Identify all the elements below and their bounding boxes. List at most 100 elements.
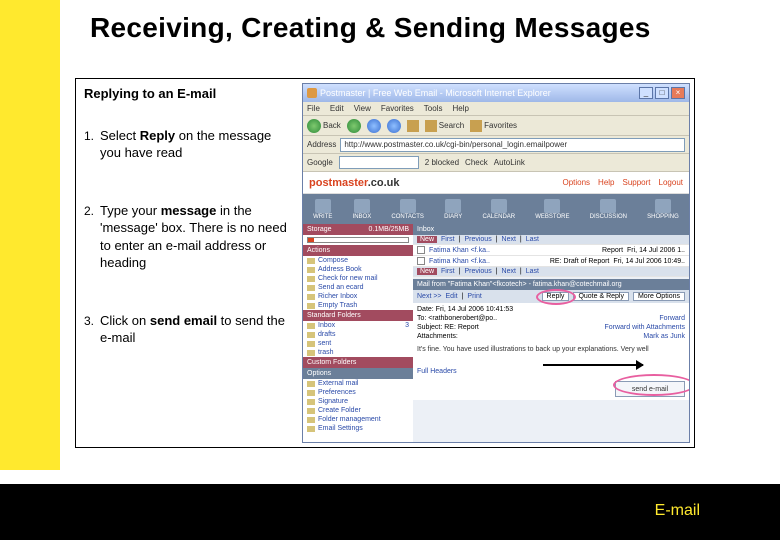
step-text: Select Reply on the message you have rea… [100,127,294,162]
folder-sent[interactable]: sent [303,339,413,348]
icon-inbox[interactable]: INBOX [353,199,372,220]
full-headers-link[interactable]: Full Headers [417,368,457,375]
close-button[interactable]: × [671,87,685,99]
mail-icon [307,276,315,282]
action-checkmail[interactable]: Check for new mail [303,274,413,283]
more-options-button[interactable]: More Options [633,292,685,301]
nav-first[interactable]: First [441,236,455,243]
address-bar: Address http://www.postmaster.co.uk/cgi-… [303,136,689,154]
address-label: Address [307,140,336,149]
menu-file[interactable]: File [307,104,320,113]
store-icon [544,199,560,213]
google-toolbar: Google 2 blocked Check AutoLink [303,154,689,172]
opt-create-folder[interactable]: Create Folder [303,406,413,415]
nav-help[interactable]: Help [598,178,614,187]
home-icon [407,120,419,132]
actions-header: Actions [303,245,413,256]
opt-prefs[interactable]: Preferences [303,388,413,397]
nav-new[interactable]: New [417,268,437,275]
gear-icon [307,381,315,387]
quote-reply-button[interactable]: Quote & Reply [573,292,629,301]
nav-last[interactable]: Last [526,268,539,275]
nav-logout[interactable]: Logout [659,178,683,187]
nav-options[interactable]: Options [562,178,590,187]
nav-prev[interactable]: Previous [464,236,491,243]
favorites-button[interactable]: Favorites [470,120,517,132]
opt-external[interactable]: External mail [303,379,413,388]
menu-edit[interactable]: Edit [330,104,344,113]
menu-tools[interactable]: Tools [424,104,443,113]
icon-diary[interactable]: DIARY [444,199,462,220]
step-1: 1. Select Reply on the message you have … [84,127,294,162]
folder-trash[interactable]: trash [303,348,413,357]
icon-contacts[interactable]: CONTACTS [391,199,424,220]
nav-new[interactable]: New [417,236,437,243]
icon-webstore[interactable]: WEBSTORE [535,199,569,220]
side-forward[interactable]: Forward [659,314,685,323]
side-junk[interactable]: Mark as Junk [643,332,685,341]
nav-last[interactable]: Last [526,236,539,243]
message-row[interactable]: Fatima Khan <f.ka.. Report Fri, 14 Jul 2… [413,245,689,256]
google-search-input[interactable] [339,156,419,169]
cart-icon [655,199,671,213]
icon-write[interactable]: WRITE [313,199,332,220]
link-next[interactable]: Next >> [417,293,442,300]
checkbox[interactable] [417,257,425,265]
google-autolink[interactable]: AutoLink [494,158,525,167]
home-button[interactable] [407,120,419,132]
minimize-button[interactable]: _ [639,87,653,99]
menu-bar: File Edit View Favorites Tools Help [303,102,689,116]
send-email-button[interactable]: send e-mail [615,381,685,397]
action-richer[interactable]: Richer Inbox [303,292,413,301]
action-empty-trash[interactable]: Empty Trash [303,301,413,310]
checkbox[interactable] [417,246,425,254]
tray-icon [354,199,370,213]
google-check[interactable]: Check [465,158,488,167]
webmail-logo: postmaster.co.uk [309,177,400,189]
icon-calendar[interactable]: CALENDAR [482,199,515,220]
pencil-icon [315,199,331,213]
address-input[interactable]: http://www.postmaster.co.uk/cgi-bin/pers… [340,138,685,152]
subheading: Replying to an E-mail [84,85,294,103]
refresh-button[interactable] [387,119,401,133]
message-row[interactable]: Fatima Khan <f.ka.. RE: Draft of Report … [413,256,689,267]
browser-toolbar: Back Search Favorites [303,116,689,136]
action-ecard[interactable]: Send an ecard [303,283,413,292]
opt-signature[interactable]: Signature [303,397,413,406]
stop-button[interactable] [367,119,381,133]
nav-next[interactable]: Next [502,236,516,243]
webmail-sidebar: Storage 0.1MB/25MB Actions Compose Addre… [303,224,413,442]
back-icon [307,119,321,133]
action-compose[interactable]: Compose [303,256,413,265]
menu-view[interactable]: View [354,104,371,113]
forward-button[interactable] [347,119,361,133]
search-button[interactable]: Search [425,120,464,132]
screenshot-mock: Postmaster | Free Web Email - Microsoft … [302,83,690,443]
contacts-icon [400,199,416,213]
menu-favorites[interactable]: Favorites [381,104,414,113]
back-button[interactable]: Back [307,119,341,133]
nav-next[interactable]: Next [502,268,516,275]
nav-prev[interactable]: Previous [464,268,491,275]
google-blocked[interactable]: 2 blocked [425,158,459,167]
nav-first[interactable]: First [441,268,455,275]
side-forward-attach[interactable]: Forward with Attachments [604,323,685,332]
menu-help[interactable]: Help [452,104,468,113]
storage-header: Storage 0.1MB/25MB [303,224,413,235]
opt-email-settings[interactable]: Email Settings [303,424,413,433]
webmail-main: Inbox New First| Previous| Next| Last Fa… [413,224,689,442]
nav-support[interactable]: Support [623,178,651,187]
inbox-nav-bottom: New First| Previous| Next| Last [413,267,689,277]
webmail-icon-bar: WRITE INBOX CONTACTS DIARY CALENDAR WEBS… [303,194,689,224]
icon-discussion[interactable]: DISCUSSION [590,199,627,220]
gear-icon [307,426,315,432]
maximize-button[interactable]: □ [655,87,669,99]
link-print[interactable]: Print [467,293,481,300]
action-addressbook[interactable]: Address Book [303,265,413,274]
folder-drafts[interactable]: drafts [303,330,413,339]
folder-inbox[interactable]: Inbox3 [303,321,413,330]
opt-folder-mgmt[interactable]: Folder management [303,415,413,424]
icon-shopping[interactable]: SHOPPING [647,199,679,220]
footer-label: E-mail [655,502,700,520]
link-edit[interactable]: Edit [446,293,458,300]
